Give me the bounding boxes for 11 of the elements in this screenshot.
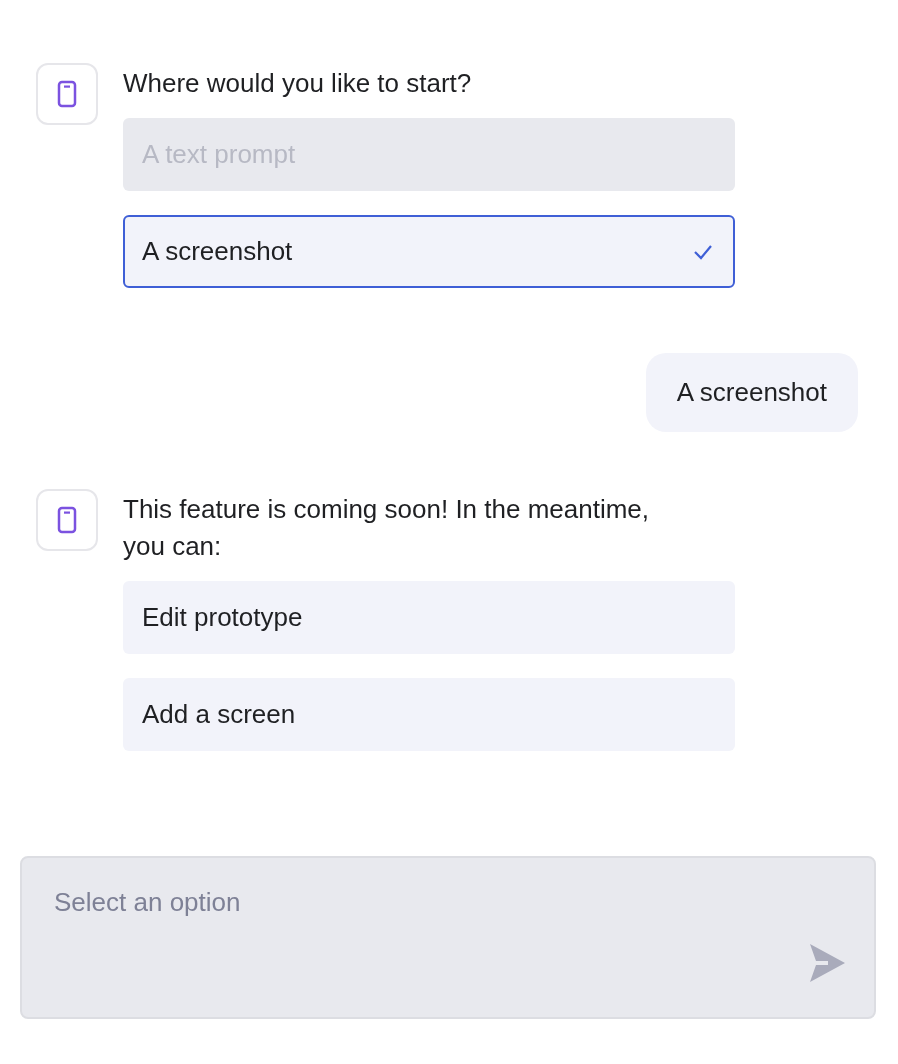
bot-message: This feature is coming soon! In the meantime, you can: <box>123 493 651 563</box>
message-field[interactable]: Select an option <box>20 856 876 1019</box>
option-button[interactable]: Add a screen <box>123 678 735 751</box>
checkmark-icon <box>693 243 713 260</box>
phone-icon <box>57 506 77 534</box>
option-button[interactable]: A screenshot <box>123 215 735 288</box>
send-icon[interactable] <box>808 943 846 983</box>
bot-message: Where would you like to start? <box>123 67 473 100</box>
option-button[interactable]: Edit prototype <box>123 581 735 654</box>
phone-icon <box>57 80 77 108</box>
user-message: A screenshot <box>645 353 858 432</box>
